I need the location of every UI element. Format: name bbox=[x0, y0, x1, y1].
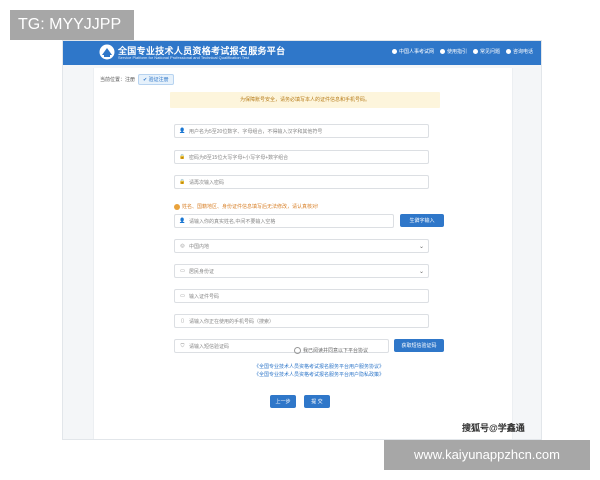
breadcrumb: 当前位置：注册 ✔ 验证注册 bbox=[100, 74, 174, 85]
sms-placeholder: 请输入短信验证码 bbox=[189, 343, 230, 350]
service-agreement-link[interactable]: 《全国专业技术人员资格考试报名服务平台用户服务协议》 bbox=[254, 363, 384, 370]
breadcrumb-label: 当前位置：注册 bbox=[100, 77, 136, 83]
agreement-label: 我已阅读并同意以下平台协议 bbox=[303, 348, 369, 354]
region-value: 中国内地 bbox=[189, 243, 210, 250]
step-chip: ✔ 验证注册 bbox=[138, 74, 174, 85]
nav-cpta[interactable]: 中国人事考试网 bbox=[391, 48, 434, 55]
warning-text: 姓名、国籍地区、身份证件信息填写后无法修改，请认真核对! bbox=[182, 204, 319, 210]
confirm-password-input[interactable]: 🔒 请再次输入密码 bbox=[174, 175, 429, 189]
radio-icon bbox=[294, 347, 301, 354]
id-card-icon: ▭ bbox=[180, 293, 185, 299]
rare-char-button[interactable]: 生僻字输入 bbox=[400, 214, 444, 227]
watermark-source: 搜狐号@学鑫通 bbox=[462, 423, 525, 433]
password-input[interactable]: 🔒 密码为8至15位大写字母+小写字母+数字组合 bbox=[174, 150, 429, 164]
watermark-tag: TG: MYYJJPP bbox=[10, 10, 134, 40]
privacy-policy-link[interactable]: 《全国专业技术人员资格考试报名服务平台用户隐私政策》 bbox=[254, 371, 384, 378]
question-icon bbox=[472, 49, 478, 54]
nav-phone[interactable]: 咨询电话 bbox=[505, 48, 533, 55]
phone-placeholder: 请输入你正在使用的手机号码（搜索） bbox=[189, 318, 275, 325]
id-type-select[interactable]: ▭ 居民身份证 ⌄ bbox=[174, 264, 429, 278]
id-card-icon: ▭ bbox=[180, 268, 185, 274]
agreement-checkbox[interactable]: 我已阅读并同意以下平台协议 bbox=[294, 347, 368, 354]
submit-button[interactable]: 提 交 bbox=[304, 395, 330, 408]
site-subtitle: Service Platform for National Profession… bbox=[118, 55, 250, 60]
home-icon bbox=[391, 49, 397, 54]
phone-input[interactable]: ▯ 请输入你正在使用的手机号码（搜索） bbox=[174, 314, 429, 328]
watermark-url: www.kaiyunappzhcn.com bbox=[384, 440, 590, 470]
lock-icon: 🔒 bbox=[179, 154, 186, 160]
security-notice: 为保障账号安全，请务必填写本人的证件信息和手机号码。 bbox=[170, 92, 440, 108]
user-icon: 👤 bbox=[179, 218, 186, 224]
username-placeholder: 用户名为5至20位数字、字母组合，不得输入汉字和其他符号 bbox=[189, 128, 323, 135]
header-nav: 中国人事考试网 使用指引 常见问题 咨询电话 bbox=[391, 48, 533, 55]
shield-icon: ⛉ bbox=[180, 343, 185, 349]
site-header: 全国专业技术人员资格考试报名服务平台 Service Platform for … bbox=[63, 41, 541, 65]
mobile-icon: ▯ bbox=[181, 318, 184, 324]
chevron-down-icon: ⌄ bbox=[418, 244, 424, 250]
nav-faq[interactable]: 常见问题 bbox=[472, 48, 500, 55]
name-placeholder: 请输入你的真实姓名,中间不要输入空格 bbox=[189, 218, 276, 225]
nav-guide[interactable]: 使用指引 bbox=[439, 48, 467, 55]
screenshot-frame: 全国专业技术人员资格考试报名服务平台 Service Platform for … bbox=[62, 40, 542, 440]
prev-step-button[interactable]: 上一步 bbox=[270, 395, 296, 408]
get-sms-code-button[interactable]: 获取短信验证码 bbox=[394, 339, 444, 352]
id-number-input[interactable]: ▭ 输入证件号码 bbox=[174, 289, 429, 303]
region-select[interactable]: ◎ 中国内地 ⌄ bbox=[174, 239, 429, 253]
phone-icon bbox=[505, 49, 511, 54]
lock-icon: 🔒 bbox=[179, 179, 186, 185]
step-label: 验证注册 bbox=[148, 77, 169, 83]
user-icon: 👤 bbox=[179, 128, 186, 134]
chevron-down-icon: ⌄ bbox=[418, 269, 424, 275]
check-icon: ✔ bbox=[143, 77, 148, 83]
guide-icon bbox=[439, 49, 445, 54]
name-input[interactable]: 👤 请输入你的真实姓名,中间不要输入空格 bbox=[174, 214, 394, 228]
id-number-placeholder: 输入证件号码 bbox=[189, 293, 220, 300]
registration-card: 当前位置：注册 ✔ 验证注册 为保障账号安全，请务必填写本人的证件信息和手机号码… bbox=[93, 68, 513, 439]
confirm-password-placeholder: 请再次输入密码 bbox=[189, 179, 225, 186]
password-placeholder: 密码为8至15位大写字母+小写字母+数字组合 bbox=[189, 154, 289, 161]
id-type-value: 居民身份证 bbox=[189, 268, 215, 275]
identity-warning: 姓名、国籍地区、身份证件信息填写后无法修改，请认真核对! bbox=[174, 203, 318, 210]
location-icon: ◎ bbox=[180, 243, 185, 249]
site-logo-icon bbox=[99, 44, 115, 60]
warning-icon bbox=[174, 203, 180, 210]
username-input[interactable]: 👤 用户名为5至20位数字、字母组合，不得输入汉字和其他符号 bbox=[174, 124, 429, 138]
